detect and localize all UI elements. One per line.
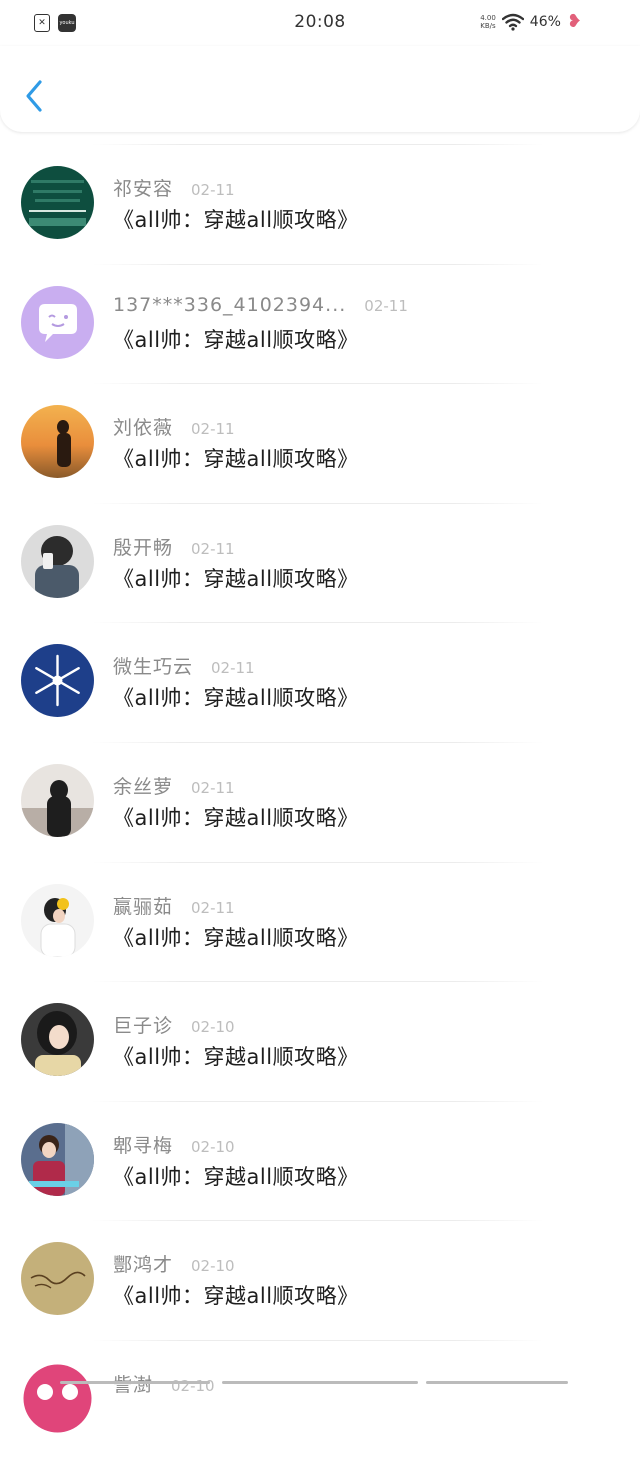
scroll-indicator-segment [60,1381,210,1384]
avatar[interactable] [21,405,94,479]
entry-date: 02-11 [211,659,255,678]
divider [92,741,544,743]
list-item[interactable]: 酆鸿才 02-10 《all帅：穿越all顺攻略》 [0,1220,640,1340]
divider [92,263,544,265]
avatar[interactable] [21,1122,94,1196]
scroll-indicator-segment [426,1381,568,1384]
avatar[interactable] [21,524,94,598]
list-item[interactable]: 刘依薇 02-11 《all帅：穿越all顺攻略》 [0,383,640,503]
entry-message[interactable]: 《all帅：穿越all顺攻略》 [113,204,359,234]
divider [92,861,544,863]
user-name[interactable]: 巨子诊 [113,1011,173,1038]
list-item[interactable]: 巨子诊 02-10 《all帅：穿越all顺攻略》 [0,981,640,1101]
entry-date: 02-11 [191,898,235,917]
scroll-indicator [0,1381,640,1385]
entry-meta: 酆鸿才 02-10 [113,1250,235,1277]
user-name[interactable]: 微生巧云 [113,652,193,679]
entry-meta: 刘依薇 02-11 [113,413,235,440]
entry-message[interactable]: 《all帅：穿越all顺攻略》 [113,922,359,952]
entry-message[interactable]: 《all帅：穿越all顺攻略》 [113,1041,359,1071]
battery-level: 46% [529,14,561,30]
avatar[interactable] [21,1361,94,1435]
divider [92,1339,544,1341]
entry-date: 02-11 [191,181,235,199]
avatar[interactable] [21,166,94,239]
network-speed-unit: KB/s [480,22,496,30]
scroll-indicator-segment [222,1381,418,1384]
entry-date: 02-10 [191,1018,235,1037]
entry-meta: 祁安容 02-11 [113,174,235,201]
entry-meta: 赢骊茹 02-11 [113,892,235,919]
entry-date: 02-11 [191,539,235,558]
entry-list: 祁安容 02-11 《all帅：穿越all顺攻略》 137***336_4102… [0,144,640,1460]
avatar[interactable] [21,763,94,837]
entry-message[interactable]: 《all帅：穿越all顺攻略》 [113,682,359,712]
avatar[interactable] [21,644,94,718]
entry-meta: 巨子诊 02-10 [113,1011,235,1038]
divider [92,1100,544,1102]
list-item[interactable]: 祁安容 02-11 《all帅：穿越all顺攻略》 [0,144,640,264]
entry-message[interactable]: 《all帅：穿越all顺攻略》 [113,1280,359,1310]
user-name[interactable]: 余丝萝 [113,772,173,799]
user-name[interactable]: 137***336_4102394... [113,294,346,316]
avatar[interactable] [21,1242,94,1316]
network-speed-value: 4.00 [480,14,496,22]
entry-date: 02-11 [191,420,235,439]
avatar[interactable] [21,1003,94,1077]
list-item[interactable]: 訾澍 02-10 [0,1339,640,1460]
divider [92,981,544,983]
entry-date: 02-11 [364,296,408,315]
divider [92,622,544,624]
entry-meta: 郫寻梅 02-10 [113,1131,235,1158]
chevron-left-icon [26,80,42,112]
entry-date: 02-10 [171,1376,215,1395]
entry-meta: 殷开畅 02-11 [113,533,235,560]
list-item[interactable]: 赢骊茹 02-11 《all帅：穿越all顺攻略》 [0,861,640,982]
entry-message[interactable]: 《all帅：穿越all顺攻略》 [113,802,359,832]
divider [92,1220,544,1222]
user-name[interactable]: 赢骊茹 [113,892,173,919]
list-item[interactable]: 殷开畅 02-11 《all帅：穿越all顺攻略》 [0,502,640,623]
top-bar [0,46,640,132]
list-item[interactable]: 余丝萝 02-11 《all帅：穿越all顺攻略》 [0,741,640,862]
back-button[interactable] [20,76,50,116]
network-speed: 4.00 KB/s [480,14,496,30]
user-name[interactable]: 郫寻梅 [113,1131,173,1158]
entry-message[interactable]: 《all帅：穿越all顺攻略》 [113,443,359,473]
entry-date: 02-10 [191,1137,235,1156]
status-right: 4.00 KB/s 46% ❥ [480,13,582,31]
entry-message[interactable]: 《all帅：穿越all顺攻略》 [113,563,359,593]
list-item[interactable]: 137***336_4102394... 02-11 《all帅：穿越all顺攻… [0,263,640,384]
wifi-icon [501,13,524,31]
avatar[interactable] [21,285,94,359]
divider [92,383,544,385]
user-name[interactable]: 刘依薇 [113,413,173,440]
status-bar: ✕ youku 20:08 4.00 KB/s 46% ❥ [0,0,640,46]
entry-date: 02-11 [191,778,235,797]
entry-meta: 微生巧云 02-11 [113,652,255,679]
user-name[interactable]: 祁安容 [113,174,173,201]
divider [92,144,544,145]
divider [92,502,544,504]
entry-message[interactable]: 《all帅：穿越all顺攻略》 [113,324,359,354]
list-item[interactable]: 郫寻梅 02-10 《all帅：穿越all顺攻略》 [0,1100,640,1221]
list-item[interactable]: 微生巧云 02-11 《all帅：穿越all顺攻略》 [0,622,640,742]
user-name[interactable]: 酆鸿才 [113,1250,173,1277]
user-name[interactable]: 殷开畅 [113,533,173,560]
entry-message[interactable]: 《all帅：穿越all顺攻略》 [113,1161,359,1191]
entry-meta: 余丝萝 02-11 [113,772,235,799]
entry-date: 02-10 [191,1257,235,1276]
battery-heart-icon: ❥ [566,11,582,32]
avatar[interactable] [21,883,94,957]
entry-meta: 137***336_4102394... 02-11 [113,294,408,316]
